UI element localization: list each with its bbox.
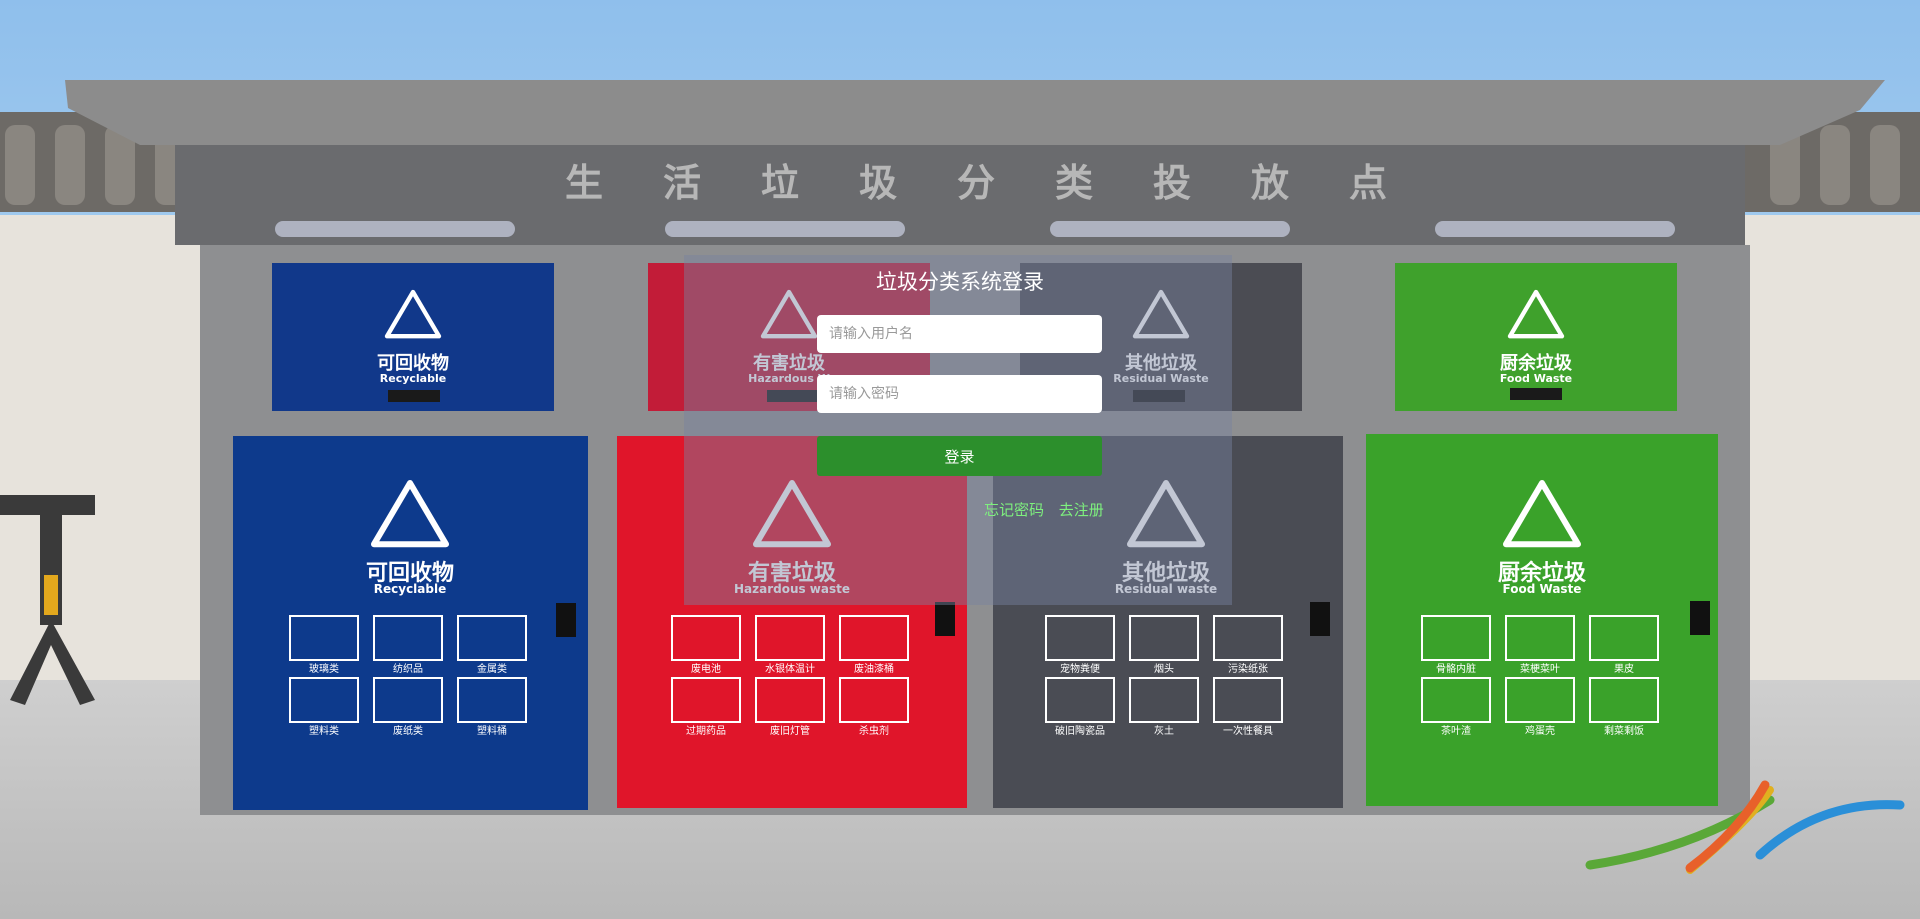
item-label: 玻璃类 xyxy=(309,662,339,675)
item-label: 灰土 xyxy=(1154,724,1174,737)
bin-subtitle: Recyclable xyxy=(374,582,446,596)
item-label: 金属类 xyxy=(477,662,507,675)
item-label: 污染纸张 xyxy=(1228,662,1268,675)
item-label: 废电池 xyxy=(691,662,721,675)
item-label: 果皮 xyxy=(1614,662,1634,675)
upper-bin-title: 可回收物 xyxy=(377,352,449,374)
item-label: 杀虫剂 xyxy=(859,724,889,737)
forgot-password-link[interactable]: 忘记密码 xyxy=(984,501,1044,519)
username-input[interactable] xyxy=(817,315,1102,353)
item-label: 废纸类 xyxy=(393,724,423,737)
shelter-title: 生活垃圾分类投放点 xyxy=(565,161,1447,205)
login-links: 忘记密码 去注册 xyxy=(984,499,1114,520)
login-title: 垃圾分类系统登录 xyxy=(876,270,1044,294)
login-button[interactable]: 登录 xyxy=(817,436,1102,476)
login-panel xyxy=(684,255,1232,605)
item-label: 茶叶渣 xyxy=(1441,724,1471,737)
item-label: 烟头 xyxy=(1154,662,1174,675)
bin-subtitle: Food Waste xyxy=(1503,582,1582,596)
item-label: 鸡蛋壳 xyxy=(1525,724,1555,737)
shelter-roof xyxy=(65,80,1885,145)
register-link[interactable]: 去注册 xyxy=(1059,501,1104,519)
item-label: 菜梗菜叶 xyxy=(1520,662,1560,675)
item-label: 纺织品 xyxy=(393,662,423,675)
upper-bin-title: 厨余垃圾 xyxy=(1500,352,1573,374)
item-label: 水银体温计 xyxy=(765,662,815,675)
upper-bin-subtitle: Food Waste xyxy=(1500,372,1572,385)
item-label: 废油漆桶 xyxy=(854,662,894,675)
item-label: 剩菜剩饭 xyxy=(1604,724,1644,737)
item-label: 塑料桶 xyxy=(477,724,507,737)
item-label: 破旧陶瓷品 xyxy=(1055,724,1105,737)
item-label: 宠物粪便 xyxy=(1060,662,1100,675)
item-label: 一次性餐具 xyxy=(1223,724,1273,737)
item-label: 塑料类 xyxy=(309,724,339,737)
item-label: 废旧灯管 xyxy=(770,724,810,737)
upper-bin-subtitle: Recyclable xyxy=(380,372,446,385)
item-label: 骨骼内脏 xyxy=(1436,662,1476,675)
password-input[interactable] xyxy=(817,375,1102,413)
item-label: 过期药品 xyxy=(686,724,726,737)
